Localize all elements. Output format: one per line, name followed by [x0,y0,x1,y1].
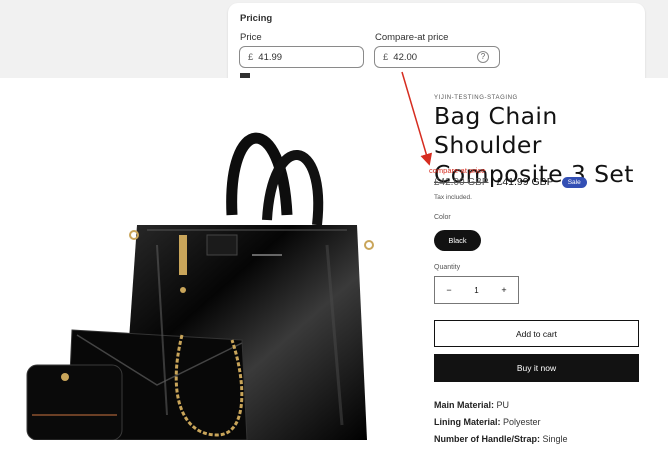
price-input[interactable]: £ 41.99 [239,46,364,68]
quantity-stepper: − 1 + [434,276,519,304]
spec-handle-strap: Number of Handle/Strap: Single [434,434,568,444]
spec-main-material: Main Material: PU [434,400,509,410]
buy-it-now-button[interactable]: Buy it now [434,354,639,382]
add-to-cart-button[interactable]: Add to cart [434,320,639,347]
spec-value: Single [540,434,568,444]
tax-note: Tax included. [434,194,472,201]
compare-at-price-input[interactable]: £ 42.00 ? [374,46,500,68]
pricing-title: Pricing [240,13,273,24]
compare-at-price-label: Compare-at price [375,32,449,43]
spec-value: PU [494,400,510,410]
compare-currency: £ [383,51,389,63]
annotation-label: compare-at price [429,166,486,175]
color-label: Color [434,214,451,221]
storefront-product-page: YIJIN-TESTING-STAGING Bag Chain Shoulder… [0,78,668,458]
handbag-illustration [26,132,374,440]
sale-badge: Sale [561,176,587,188]
question-circle-icon[interactable]: ? [477,51,489,63]
color-option-black[interactable]: Black [434,230,481,251]
compare-at-price: £42.00 GBP [434,176,489,188]
price-label: Price [240,32,262,43]
price-row: £42.00 GBP £41.99 GBP Sale [434,176,587,188]
spec-lining-material: Lining Material: Polyester [434,417,541,427]
quantity-decrease-button[interactable]: − [435,285,463,295]
spec-value: Polyester [500,417,541,427]
spec-label: Main Material: [434,400,495,410]
product-image[interactable] [17,95,379,440]
sale-price: £41.99 GBP [496,176,554,188]
price-value: 41.99 [258,51,283,63]
quantity-increase-button[interactable]: + [490,285,518,295]
spec-label: Number of Handle/Strap: [434,434,541,444]
price-currency: £ [248,51,254,63]
quantity-input[interactable]: 1 [463,286,490,295]
compare-value: 42.00 [393,51,418,63]
quantity-label: Quantity [434,264,461,271]
vendor-name: YIJIN-TESTING-STAGING [434,95,518,101]
spec-label: Lining Material: [434,417,501,427]
